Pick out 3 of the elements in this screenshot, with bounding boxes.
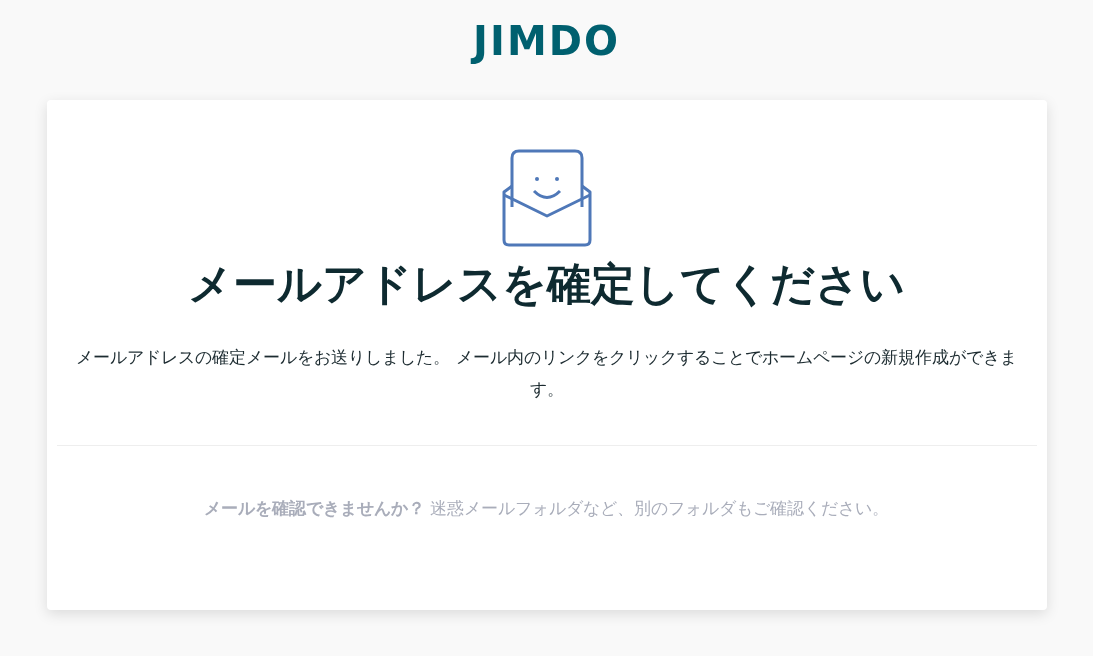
hint: メールを確認できませんか？ 迷惑メールフォルダなど、別のフォルダもご確認ください。 (203, 497, 890, 520)
title: メールアドレスを確定してください (188, 257, 905, 311)
message: メールアドレスの確定メールをお送りしました。 メール内のリンクをクリックすることでホームページの新規作成ができます。 (75, 346, 1018, 401)
